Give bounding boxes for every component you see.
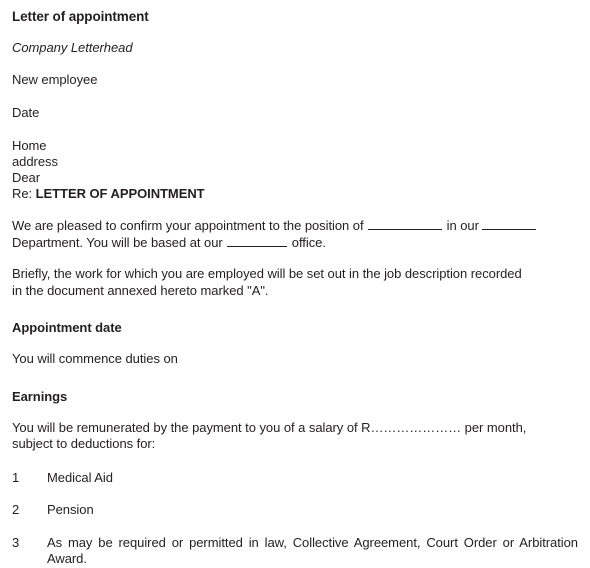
confirmation-text-4: office. [288, 234, 326, 250]
address-line-1: Home [12, 138, 47, 153]
section-body-appointment-date: You will commence duties on [12, 351, 178, 366]
subject-text: LETTER OF APPOINTMENT [35, 186, 205, 201]
document-page: Letter of appointment Company Letterhead… [0, 0, 590, 566]
list-item: 1 Medical Aid [12, 470, 578, 487]
list-item-text: Medical Aid [47, 469, 113, 485]
recipient-label: New employee [12, 72, 98, 87]
address-block: Home address Dear Re: LETTER OF APPOINTM… [12, 121, 578, 202]
salutation: Dear [12, 170, 40, 185]
confirmation-paragraph: We are pleased to confirm your appointme… [12, 202, 560, 251]
subject-prefix: Re: [12, 186, 36, 201]
subject-line: Re: LETTER OF APPOINTMENT [12, 186, 578, 202]
confirmation-text-1: We are pleased to confirm your appointme… [12, 218, 368, 233]
office-blank-field[interactable] [227, 235, 288, 247]
list-item-text: Pension [47, 502, 94, 517]
deductions-list: 1 Medical Aid 2 Pension 3 As may be requ… [12, 453, 578, 568]
list-item: 2 Pension [12, 486, 578, 519]
job-description-paragraph: Briefly, the work for which you are empl… [12, 266, 522, 298]
list-item-text: As may be required or permitted in law, … [47, 534, 578, 567]
page-title: Letter of appointment [12, 9, 149, 24]
position-blank-field[interactable] [368, 218, 443, 230]
confirmation-text-3: Department. You will be based at our [12, 234, 227, 250]
list-item-number: 3 [12, 534, 20, 550]
company-letterhead: Company Letterhead [12, 40, 133, 55]
list-item-number: 2 [12, 502, 20, 517]
list-item-number: 1 [12, 469, 20, 485]
date-label: Date [12, 104, 40, 120]
list-item: 3 As may be required or permitted in law… [12, 519, 578, 568]
confirmation-text-2: in our [443, 218, 483, 233]
department-blank-field[interactable] [482, 218, 537, 230]
address-line-2: address [12, 154, 58, 169]
section-heading-earnings: Earnings [12, 388, 68, 404]
section-heading-appointment-date: Appointment date [12, 320, 122, 335]
section-body-earnings: You will be remunerated by the payment t… [12, 419, 527, 452]
